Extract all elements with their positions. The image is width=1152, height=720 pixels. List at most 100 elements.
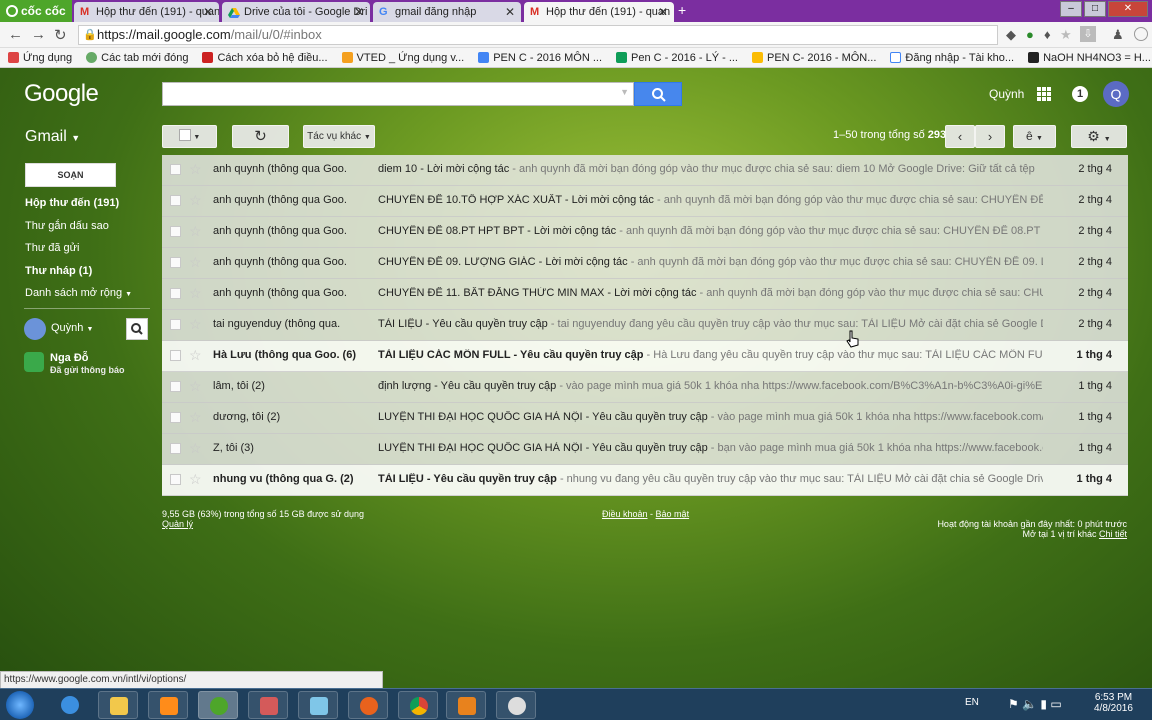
row-checkbox[interactable]: [170, 288, 181, 299]
notification-badge[interactable]: 1: [1072, 86, 1088, 102]
row-checkbox[interactable]: [170, 319, 181, 330]
row-checkbox[interactable]: [170, 257, 181, 268]
menu-icon[interactable]: [1134, 27, 1148, 41]
taskbar-app[interactable]: [298, 691, 338, 719]
avatar[interactable]: Q: [1103, 81, 1129, 107]
clock[interactable]: 6:53 PM 4/8/2016: [1094, 692, 1133, 714]
row-checkbox[interactable]: [170, 164, 181, 175]
search-options-icon[interactable]: ▼: [620, 87, 629, 97]
taskbar-firefox[interactable]: [348, 691, 388, 719]
star-icon[interactable]: ☆: [189, 192, 202, 209]
browser-tab[interactable]: Drive của tôi - Google Dri ✕: [222, 2, 370, 22]
star-icon[interactable]: ☆: [189, 471, 202, 488]
star-icon[interactable]: ☆: [189, 316, 202, 333]
row-checkbox[interactable]: [170, 474, 181, 485]
input-tools-button[interactable]: ê ▼: [1013, 125, 1056, 148]
newer-button[interactable]: ‹: [945, 125, 975, 148]
coccoc-logo[interactable]: cốc cốc: [0, 0, 72, 22]
bookmark-item[interactable]: Cách xóa bỏ hệ điều...: [202, 52, 328, 64]
taskbar-app[interactable]: [496, 691, 536, 719]
hangouts-search-button[interactable]: [126, 318, 148, 340]
back-icon[interactable]: ←: [8, 26, 23, 43]
row-checkbox[interactable]: [170, 381, 181, 392]
close-tab-icon[interactable]: ✕: [203, 2, 213, 22]
table-row[interactable]: ☆ Z, tôi (3) LUYỆN THI ĐẠI HỌC QUỐC GIA HÀ…: [162, 434, 1128, 465]
bookmark-item[interactable]: PEN C - 2016 MÔN ...: [478, 52, 602, 64]
taskbar-ie[interactable]: [50, 691, 90, 719]
terms-link[interactable]: Điều khoản: [602, 509, 648, 519]
select-all-button[interactable]: ▼: [162, 125, 217, 148]
window-close-icon[interactable]: ✕: [1108, 1, 1148, 17]
compose-button[interactable]: SOẠN: [25, 163, 116, 187]
privacy-link[interactable]: Bảo mật: [656, 509, 690, 519]
star-icon[interactable]: ☆: [189, 440, 202, 457]
new-tab-icon[interactable]: +: [678, 3, 692, 17]
nav-inbox[interactable]: Hộp thư đến (191): [0, 197, 150, 209]
refresh-button[interactable]: ↻: [232, 125, 289, 148]
nav-sent[interactable]: Thư đã gửi: [25, 242, 79, 254]
download-icon[interactable]: ⇩: [1080, 26, 1096, 42]
taskbar-media[interactable]: [148, 691, 188, 719]
bookmark-apps[interactable]: Ứng dụng: [8, 52, 72, 64]
close-tab-icon[interactable]: ✕: [658, 2, 668, 22]
star-icon[interactable]: ☆: [189, 285, 202, 302]
bookmark-item[interactable]: Các tab mới đóng: [86, 52, 188, 64]
taskbar-app[interactable]: [248, 691, 288, 719]
table-row[interactable]: ☆ anh quynh (thông qua Goo. CHUYÊN ĐỀ 11. …: [162, 279, 1128, 310]
older-button[interactable]: ›: [975, 125, 1005, 148]
start-button-icon[interactable]: [6, 691, 34, 719]
table-row[interactable]: ☆ Hà Lưu (thông qua Goo. (6) TÀI LIỆU CÁC …: [162, 341, 1128, 372]
bookmark-item[interactable]: VTED _ Ứng dụng v...: [341, 52, 464, 64]
bookmark-item[interactable]: Pen C - 2016 - LÝ - ...: [616, 52, 738, 64]
taskbar-app[interactable]: [446, 691, 486, 719]
taskbar-explorer[interactable]: [98, 691, 138, 719]
tray-icons[interactable]: ⚑ 🔈 ▮ ▭: [1008, 697, 1062, 711]
star-icon[interactable]: ☆: [189, 409, 202, 426]
bookmark-star-icon[interactable]: ★: [1060, 27, 1072, 43]
star-icon[interactable]: ☆: [189, 254, 202, 271]
row-checkbox[interactable]: [170, 350, 181, 361]
extension-icon[interactable]: ♦: [1044, 27, 1051, 42]
star-icon[interactable]: ☆: [189, 161, 202, 178]
search-button[interactable]: [634, 82, 682, 106]
taskbar-chrome[interactable]: [398, 691, 438, 719]
more-actions-button[interactable]: Tác vụ khác ▼: [303, 125, 375, 148]
row-checkbox[interactable]: [170, 226, 181, 237]
details-link[interactable]: Chi tiết: [1099, 529, 1127, 539]
maximize-icon[interactable]: □: [1084, 1, 1106, 17]
nav-drafts[interactable]: Thư nháp (1): [25, 265, 92, 277]
reload-icon[interactable]: ↻: [54, 26, 67, 44]
row-checkbox[interactable]: [170, 195, 181, 206]
star-icon[interactable]: ☆: [189, 347, 202, 364]
extension-icon[interactable]: ●: [1026, 27, 1034, 42]
manage-storage-link[interactable]: Quản lý: [162, 519, 193, 529]
browser-tab-active[interactable]: M Hộp thư đến (191) - quan ✕: [524, 2, 674, 22]
extension-icon[interactable]: ◆: [1006, 27, 1016, 43]
table-row[interactable]: ☆ lâm, tôi (2) định lượng - Yêu cầu quyền …: [162, 372, 1128, 403]
minimize-icon[interactable]: –: [1060, 1, 1082, 17]
row-checkbox[interactable]: [170, 412, 181, 423]
taskbar-coccoc[interactable]: [198, 691, 238, 719]
table-row[interactable]: ☆ anh quynh (thông qua Goo. CHUYÊN ĐỀ 10.T…: [162, 186, 1128, 217]
account-name[interactable]: Quỳnh: [989, 87, 1024, 101]
browser-tab[interactable]: M Hộp thư đến (191) - quan ✕: [74, 2, 219, 22]
nav-starred[interactable]: Thư gắn dấu sao: [25, 220, 109, 232]
search-input[interactable]: ▼: [162, 82, 634, 106]
table-row[interactable]: ☆ tai nguyenduy (thông qua. TÀI LIỆU - Yêu…: [162, 310, 1128, 341]
close-tab-icon[interactable]: ✕: [505, 2, 515, 22]
table-row[interactable]: ☆ anh quynh (thông qua Goo. CHUYÊN ĐỀ 08.P…: [162, 217, 1128, 248]
profile-icon[interactable]: ♟: [1112, 27, 1124, 43]
table-row[interactable]: ☆ dương, tôi (2) LUYỆN THI ĐẠI HỌC QUỐC GI…: [162, 403, 1128, 434]
star-icon[interactable]: ☆: [189, 378, 202, 395]
table-row[interactable]: ☆ nhung vu (thông qua G. (2) TÀI LIỆU - Yê…: [162, 465, 1128, 496]
forward-icon[interactable]: →: [31, 26, 46, 43]
bookmark-item[interactable]: PEN C- 2016 - MÔN...: [752, 52, 876, 64]
nav-more[interactable]: Danh sách mở rộng ▼: [25, 287, 132, 299]
close-tab-icon[interactable]: ✕: [354, 2, 364, 22]
google-logo[interactable]: Google: [24, 80, 99, 108]
row-checkbox[interactable]: [170, 443, 181, 454]
table-row[interactable]: ☆ anh quynh (thông qua Goo. diem 10 - Lời …: [162, 155, 1128, 186]
settings-button[interactable]: ⚙ ▼: [1071, 125, 1127, 148]
bookmark-item[interactable]: NaOH NH4NO3 = H...: [1028, 52, 1151, 64]
gmail-switcher[interactable]: Gmail ▼: [25, 128, 80, 146]
